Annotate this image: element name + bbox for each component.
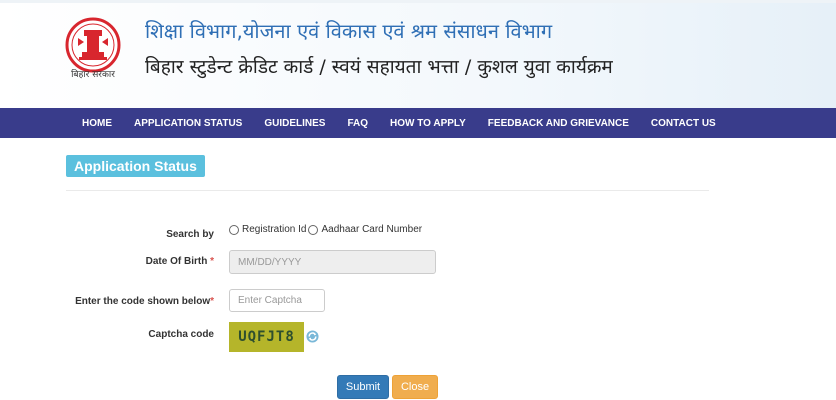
captcha-image: UQFJT8 (229, 322, 304, 352)
dob-required-mark: * (210, 256, 214, 267)
captcha-placeholder: Enter Captcha (238, 295, 302, 306)
captcha-code-label: Captcha code (148, 329, 214, 340)
page-title: Application Status (66, 155, 205, 177)
main-nav: HOME APPLICATION STATUS GUIDELINES FAQ H… (0, 108, 836, 138)
refresh-icon[interactable] (306, 330, 319, 343)
search-by-options: Registration Id Aadhaar Card Number (229, 224, 422, 235)
nav-application-status[interactable]: APPLICATION STATUS (123, 118, 253, 129)
dob-placeholder: MM/DD/YYYY (238, 256, 302, 268)
dob-label-text: Date Of Birth (145, 256, 208, 267)
captcha-input[interactable]: Enter Captcha (229, 289, 325, 312)
nav-home[interactable]: HOME (71, 118, 123, 129)
logo-caption: बिहार सरकार (71, 70, 115, 80)
nav-feedback-grievance[interactable]: FEEDBACK AND GRIEVANCE (477, 118, 640, 129)
nav-contact-us[interactable]: CONTACT US (640, 118, 727, 129)
dob-label: Date Of Birth * (120, 256, 214, 267)
captcha-required-mark: * (210, 296, 214, 307)
divider (66, 190, 709, 191)
radio-aadhaar[interactable] (308, 224, 319, 235)
close-button[interactable]: Close (392, 375, 438, 399)
nav-guidelines[interactable]: GUIDELINES (253, 118, 336, 129)
captcha-input-label: Enter the code shown below* (60, 296, 214, 307)
radio-registration-id-label: Registration Id (242, 224, 307, 235)
captcha-input-label-text: Enter the code shown below (75, 296, 211, 307)
dob-input[interactable]: MM/DD/YYYY (229, 250, 436, 274)
radio-aadhaar-label: Aadhaar Card Number (321, 224, 423, 235)
nav-how-to-apply[interactable]: HOW TO APPLY (379, 118, 477, 129)
radio-registration-id[interactable] (229, 224, 239, 235)
submit-button[interactable]: Submit (337, 375, 389, 399)
department-title: शिक्षा विभाग,योजना एवं विकास एवं श्रम सं… (145, 19, 553, 43)
site-header: बिहार सरकार शिक्षा विभाग,योजना एवं विकास… (0, 0, 836, 108)
nav-faq[interactable]: FAQ (336, 118, 379, 129)
scheme-title: बिहार स्टुडेन्ट क्रेडिट कार्ड / स्वयं सह… (145, 56, 613, 78)
search-by-label: Search by (166, 229, 214, 240)
